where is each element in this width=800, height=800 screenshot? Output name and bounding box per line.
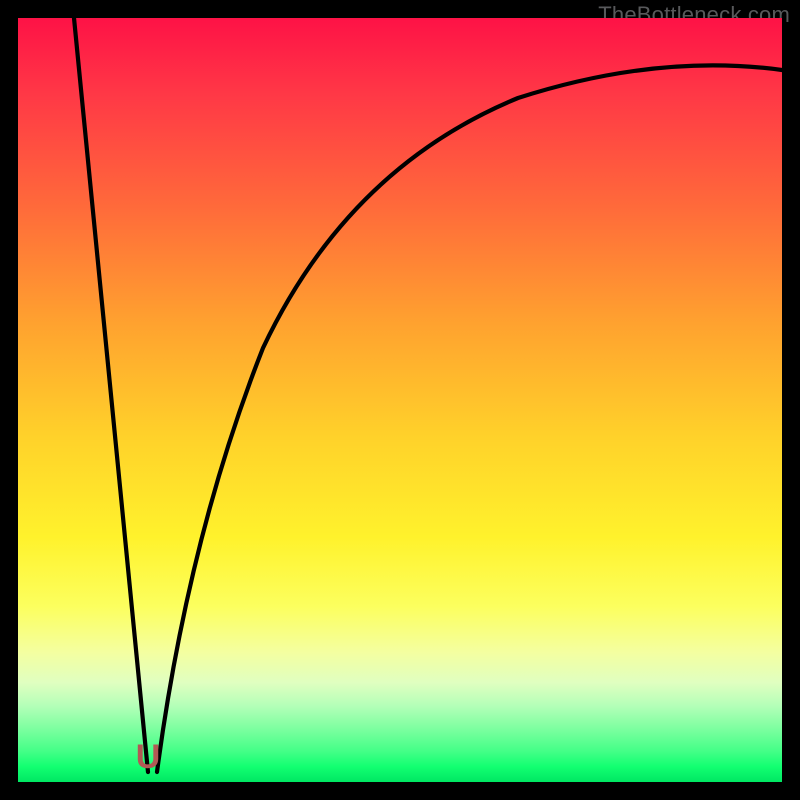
chart-canvas: TheBottleneck.com U (0, 0, 800, 800)
curve-right-branch (157, 65, 782, 772)
plot-area: U (18, 18, 782, 782)
bottleneck-curve (18, 18, 782, 782)
curve-left-branch (74, 18, 148, 772)
